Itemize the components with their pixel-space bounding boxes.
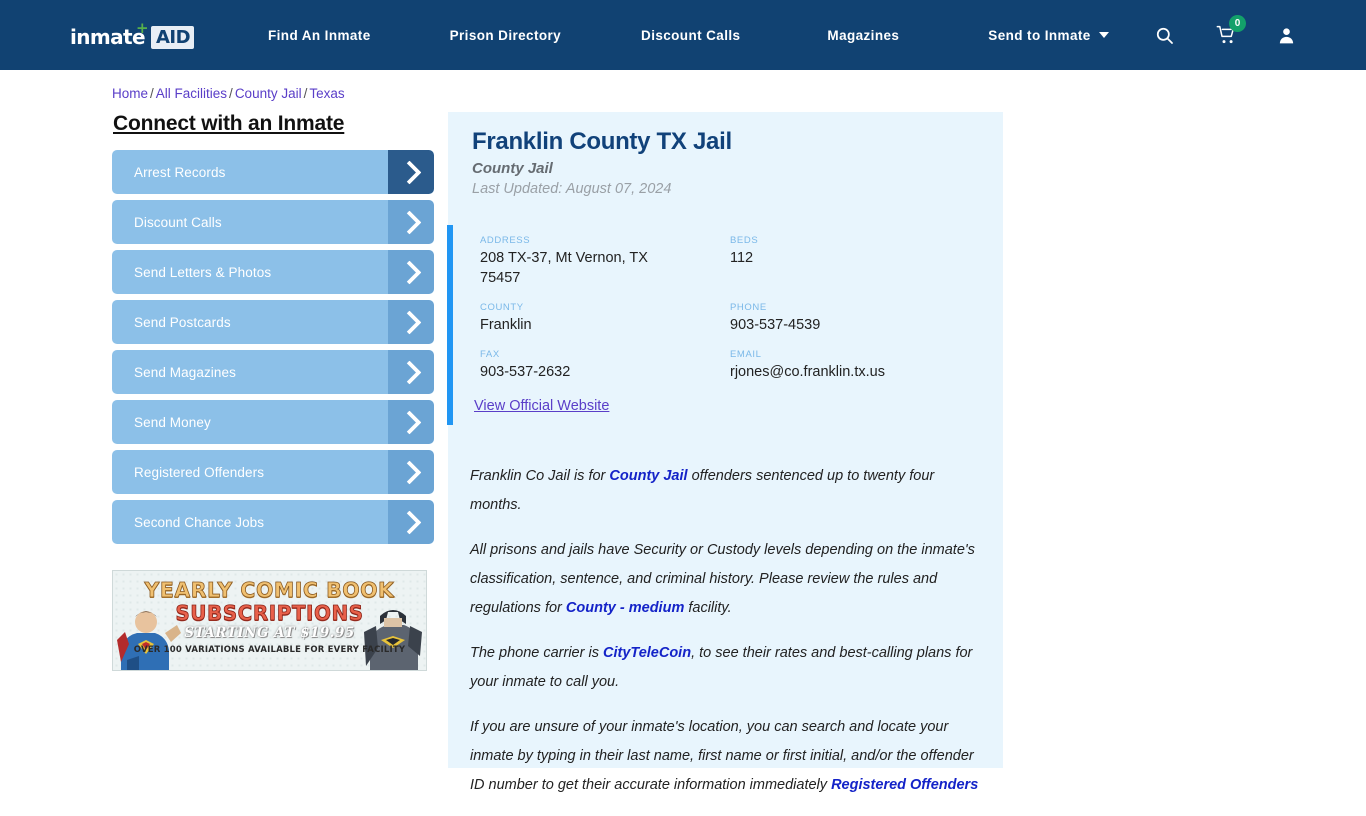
sidebar-heading: Connect with an Inmate [113,112,345,135]
logo-plus-icon: + [136,19,149,37]
nav-icon-group: 0 [1155,0,1296,70]
nav-item-discount-calls[interactable]: Discount Calls [641,28,740,43]
top-navigation-bar: inmate + AID Find An Inmate Prison Direc… [0,0,1366,70]
fax-label: FAX [480,349,500,360]
p3-text-a: The phone carrier is [470,645,603,661]
breadcrumb-separator: / [229,86,233,101]
info-cell-email: EMAIL rjones@co.franklin.tx.us [730,349,980,396]
cart-count-badge: 0 [1229,15,1246,32]
chevron-right-icon [388,500,434,544]
site-logo[interactable]: inmate + AID [70,21,195,50]
comic-book-subscription-ad[interactable]: YEARLY COMIC BOOK SUBSCRIPTIONS STARTING… [112,570,427,671]
sidebar-item-label: Discount Calls [134,214,222,230]
link-registered-offenders[interactable]: Registered Offenders [831,777,978,793]
sidebar-item-label: Send Money [134,414,211,430]
logo-word: inmate + [70,21,149,50]
facility-info-grid: ADDRESS 208 TX-37, Mt Vernon, TX 75457 B… [480,235,980,396]
ad-headline-2: SUBSCRIPTIONS [175,601,364,626]
county-value: Franklin [480,317,532,333]
facility-description: Franklin Co Jail is for County Jail offe… [470,462,988,816]
link-county-medium[interactable]: County - medium [566,600,684,616]
phone-label: PHONE [730,302,767,313]
breadcrumb-separator: / [303,86,308,101]
sidebar-item-send-postcards[interactable]: Send Postcards [112,300,434,344]
chevron-right-icon [388,300,434,344]
email-label: EMAIL [730,349,762,360]
county-label: COUNTY [480,302,524,313]
address-label: ADDRESS [480,235,531,246]
user-icon[interactable] [1277,26,1296,45]
breadcrumb-item-home[interactable]: Home [112,86,148,101]
info-cell-phone: PHONE 903-537-4539 [730,302,980,349]
beds-label: BEDS [730,235,759,246]
info-row: COUNTY Franklin PHONE 903-537-4539 [480,302,980,349]
chevron-right-icon [388,350,434,394]
link-cityteleCoin[interactable]: CityTeleCoin [603,645,691,661]
sidebar-item-send-money[interactable]: Send Money [112,400,434,444]
chevron-right-icon [388,450,434,494]
sidebar-item-label: Send Magazines [134,364,236,380]
sidebar-item-label: Second Chance Jobs [134,514,265,530]
breadcrumb-item-texas[interactable]: Texas [309,86,344,101]
chevron-down-icon [1098,32,1109,38]
info-cell-county: COUNTY Franklin [480,302,730,349]
search-icon[interactable] [1155,26,1174,45]
chevron-right-icon [388,400,434,444]
info-row: ADDRESS 208 TX-37, Mt Vernon, TX 75457 B… [480,235,980,302]
breadcrumb-item-county-jail[interactable]: County Jail [235,86,302,101]
logo-word-text: inmate [70,25,146,49]
ad-price-text: STARTING AT $19.95 [184,625,355,641]
sidebar-item-label: Send Letters & Photos [134,264,272,280]
description-paragraph-3: The phone carrier is CityTeleCoin, to se… [470,639,988,697]
sidebar: Connect with an Inmate Arrest Records Di… [112,112,434,550]
sidebar-item-send-letters-photos[interactable]: Send Letters & Photos [112,250,434,294]
nav-item-magazines[interactable]: Magazines [827,28,899,43]
view-official-website-link[interactable]: View Official Website [474,398,609,414]
sidebar-item-second-chance-jobs[interactable]: Second Chance Jobs [112,500,434,544]
breadcrumb: Home / All Facilities / County Jail / Texas [112,86,345,101]
cart-icon[interactable]: 0 [1216,15,1246,45]
beds-value: 112 [730,250,754,266]
ad-headline-1: YEARLY COMIC BOOK [144,578,395,603]
fax-value: 903-537-2632 [480,364,571,380]
sidebar-item-discount-calls[interactable]: Discount Calls [112,200,434,244]
sidebar-item-registered-offenders[interactable]: Registered Offenders [112,450,434,494]
description-paragraph-2: All prisons and jails have Security or C… [470,536,988,623]
sidebar-item-label: Registered Offenders [134,464,265,480]
info-cell-address: ADDRESS 208 TX-37, Mt Vernon, TX 75457 [480,235,730,302]
phone-value: 903-537-4539 [730,317,821,333]
chevron-right-icon [388,250,434,294]
info-cell-beds: BEDS 112 [730,235,980,302]
p1-text-a: Franklin Co Jail is for [470,468,610,484]
page-title: Franklin County TX Jail [472,128,732,155]
facility-info-card: ADDRESS 208 TX-37, Mt Vernon, TX 75457 B… [447,225,1003,425]
last-updated-text: Last Updated: August 07, 2024 [472,181,672,197]
address-value: 208 TX-37, Mt Vernon, TX 75457 [480,250,648,286]
chevron-right-icon [388,200,434,244]
p2-text-b: facility. [684,600,732,616]
nav-item-send-to-inmate-label: Send to Inmate [988,27,1091,43]
breadcrumb-item-all-facilities[interactable]: All Facilities [156,86,227,101]
ad-subtext: OVER 100 VARIATIONS AVAILABLE FOR EVERY … [133,645,406,655]
email-value: rjones@co.franklin.tx.us [730,364,885,380]
breadcrumb-separator: / [150,86,154,101]
info-cell-fax: FAX 903-537-2632 [480,349,730,396]
info-row: FAX 903-537-2632 EMAIL rjones@co.frankli… [480,349,980,396]
facility-type: County Jail [472,160,553,177]
sidebar-item-label: Send Postcards [134,314,231,330]
logo-aid-badge: AID [150,25,195,49]
nav-item-prison-directory[interactable]: Prison Directory [450,28,561,43]
nav-item-send-to-inmate[interactable]: Send to Inmate [988,27,1109,43]
nav-item-find-an-inmate[interactable]: Find An Inmate [268,28,371,43]
primary-nav-links: Find An Inmate Prison Directory Discount… [268,0,1109,70]
description-paragraph-1: Franklin Co Jail is for County Jail offe… [470,462,988,520]
sidebar-item-send-magazines[interactable]: Send Magazines [112,350,434,394]
sidebar-item-arrest-records[interactable]: Arrest Records [112,150,434,194]
description-paragraph-4: If you are unsure of your inmate's locat… [470,713,988,800]
sidebar-item-label: Arrest Records [134,164,226,180]
link-county-jail[interactable]: County Jail [609,468,687,484]
chevron-right-icon [388,150,434,194]
